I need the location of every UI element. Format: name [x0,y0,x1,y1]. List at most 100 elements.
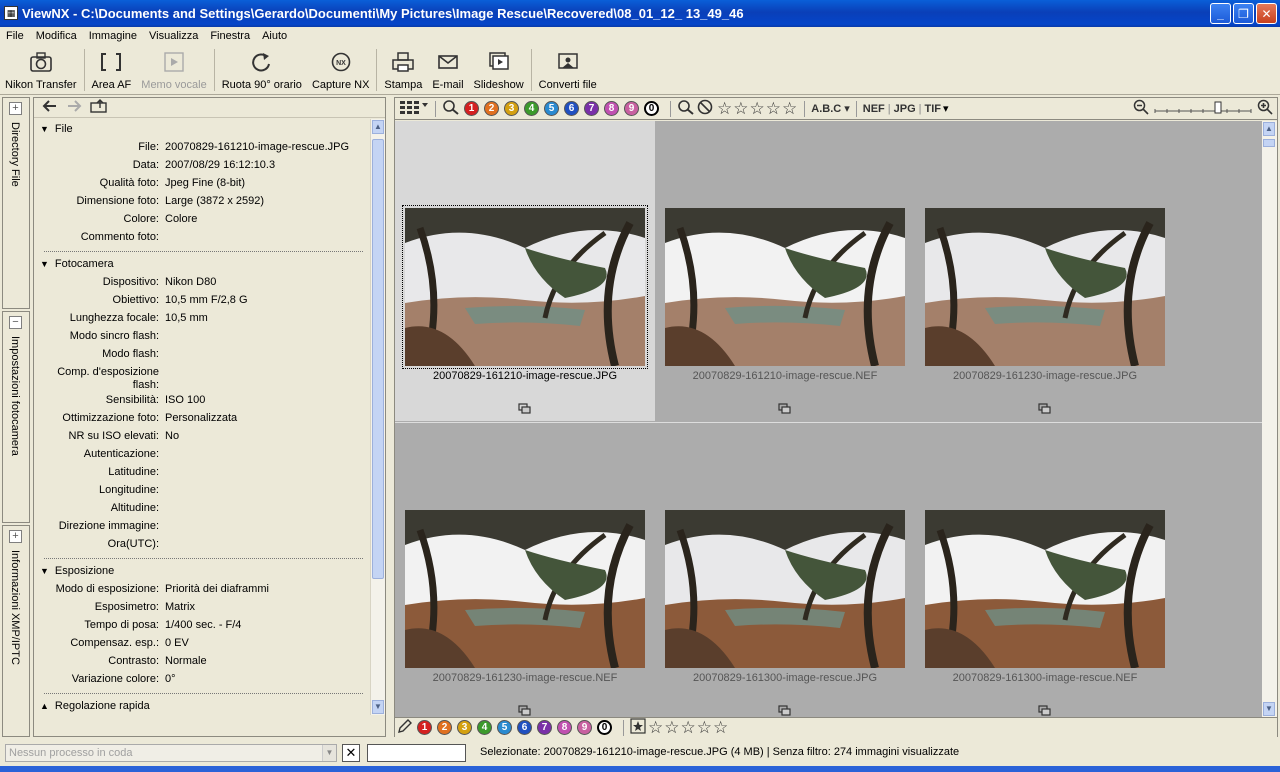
zoom-in-icon[interactable] [1257,99,1273,118]
assign-label-9[interactable]: 9 [577,720,592,735]
forward-arrow-icon[interactable] [66,99,82,116]
thumbnail-image[interactable] [405,510,645,668]
no-rating-icon[interactable] [697,99,713,118]
star-filter-3[interactable]: ☆ [750,100,765,117]
thumbnail-item[interactable]: 20070829-161210-image-rescue.JPG [395,121,655,421]
capture-nx-button[interactable]: NX Capture NX [307,45,374,95]
nikon-transfer-button[interactable]: Nikon Transfer [0,45,82,95]
thumbnail-image[interactable] [925,208,1165,366]
thumbnail-scrollbar[interactable]: ▲ ▼ [1262,121,1277,717]
thumbnail-item[interactable]: 20070829-161300-image-rescue.NEF [915,423,1175,717]
restore-button[interactable]: ❐ [1233,3,1254,24]
assign-star-3[interactable]: ☆ [681,719,696,736]
assign-label-6[interactable]: 6 [517,720,532,735]
rotate-button[interactable]: Ruota 90° orario [217,45,307,95]
star-filter-5[interactable]: ☆ [782,100,797,117]
thumbnail-item[interactable]: 20070829-161300-image-rescue.JPG [655,423,915,717]
assign-label-2[interactable]: 2 [437,720,452,735]
format-jpg-filter[interactable]: JPG [894,103,916,115]
scroll-down-icon[interactable]: ▼ [1263,702,1275,716]
assign-star-5[interactable]: ☆ [713,719,728,736]
section-esposizione[interactable]: ▼ Esposizione [34,561,371,581]
pencil-label-icon[interactable] [397,718,413,737]
expand-icon[interactable]: + [9,530,22,543]
image-stack-icon[interactable] [1038,403,1052,418]
thumbnail-item[interactable]: 20070829-161230-image-rescue.JPG [915,121,1175,421]
assign-rating-icon[interactable] [630,718,646,737]
cancel-process-button[interactable]: ✕ [342,744,360,762]
chevron-down-icon[interactable]: ▼ [322,745,336,761]
thumbnail-size-slider[interactable] [1153,99,1253,118]
close-button[interactable]: ✕ [1256,3,1277,24]
label-filter-6[interactable]: 6 [564,101,579,116]
image-stack-icon[interactable] [518,403,532,418]
label-filter-9[interactable]: 9 [624,101,639,116]
area-af-button[interactable]: Area AF [87,45,137,95]
zoom-out-icon[interactable] [1133,99,1149,118]
assign-label-8[interactable]: 8 [557,720,572,735]
format-nef-filter[interactable]: NEF [863,103,885,115]
label-filter-4[interactable]: 4 [524,101,539,116]
label-filter-0[interactable]: 0 [644,101,659,116]
star-filter-2[interactable]: ☆ [733,100,748,117]
section-regolazione-rapida[interactable]: ▲ Regolazione rapida [34,696,371,716]
scroll-down-icon[interactable]: ▼ [372,700,384,714]
star-filter-4[interactable]: ☆ [766,100,781,117]
folder-up-icon[interactable] [90,99,108,116]
label-filter-5[interactable]: 5 [544,101,559,116]
thumbnail-image[interactable] [402,205,648,369]
thumbnail-image[interactable] [665,510,905,668]
email-button[interactable]: E-mail [427,45,468,95]
label-filter-8[interactable]: 8 [604,101,619,116]
label-filter-icon[interactable] [442,99,460,118]
assign-label-3[interactable]: 3 [457,720,472,735]
thumbnail-item[interactable]: 20070829-161210-image-rescue.NEF [655,121,915,421]
scroll-up-icon[interactable]: ▲ [372,120,384,134]
tab-directory-file[interactable]: + Directory File [2,97,30,309]
scroll-up-icon[interactable]: ▲ [1263,122,1275,136]
section-file[interactable]: ▼ File [34,119,371,139]
star-filter-1[interactable]: ☆ [717,100,732,117]
tab-impostazioni-fotocamera[interactable]: − Impostazioni fotocamera [2,311,30,523]
menu-immagine[interactable]: Immagine [83,30,143,42]
back-arrow-icon[interactable] [42,99,58,116]
assign-label-1[interactable]: 1 [417,720,432,735]
assign-star-1[interactable]: ☆ [648,719,663,736]
label-filter-2[interactable]: 2 [484,101,499,116]
minimize-button[interactable]: _ [1210,3,1231,24]
scroll-thumb[interactable] [1263,139,1275,147]
thumbnail-image[interactable] [665,208,905,366]
collapse-icon[interactable]: − [9,316,22,329]
thumbnail-item[interactable]: 20070829-161230-image-rescue.NEF [395,423,655,717]
process-queue-select[interactable]: Nessun processo in coda ▼ [5,744,337,762]
image-stack-icon[interactable] [778,705,792,717]
scroll-thumb[interactable] [372,139,384,579]
label-filter-7[interactable]: 7 [584,101,599,116]
assign-label-4[interactable]: 4 [477,720,492,735]
print-button[interactable]: Stampa [379,45,427,95]
menu-modifica[interactable]: Modifica [30,30,83,42]
label-filter-1[interactable]: 1 [464,101,479,116]
menu-visualizza[interactable]: Visualizza [143,30,204,42]
image-stack-icon[interactable] [1038,705,1052,717]
thumbnail-image[interactable] [925,510,1165,668]
label-filter-3[interactable]: 3 [504,101,519,116]
menu-aiuto[interactable]: Aiuto [256,30,293,42]
metadata-scrollbar[interactable]: ▲ ▼ [370,119,385,715]
menu-finestra[interactable]: Finestra [204,30,256,42]
name-sort-dropdown[interactable]: A.B.C ▾ [811,102,850,115]
memo-vocale-button[interactable]: Memo vocale [136,45,211,95]
grid-view-icon[interactable] [399,99,429,118]
tab-informazioni-xmp[interactable]: + Informazioni XMP/IPTC [2,525,30,737]
convert-files-button[interactable]: Converti file [534,45,602,95]
assign-label-7[interactable]: 7 [537,720,552,735]
assign-star-4[interactable]: ☆ [697,719,712,736]
format-tif-filter[interactable]: TIF [925,103,942,115]
expand-icon[interactable]: + [9,102,22,115]
image-stack-icon[interactable] [778,403,792,418]
menu-file[interactable]: File [0,30,30,42]
section-fotocamera[interactable]: ▼ Fotocamera [34,254,371,274]
rating-filter-icon[interactable] [677,99,695,118]
assign-label-0[interactable]: 0 [597,720,612,735]
assign-star-2[interactable]: ☆ [664,719,679,736]
